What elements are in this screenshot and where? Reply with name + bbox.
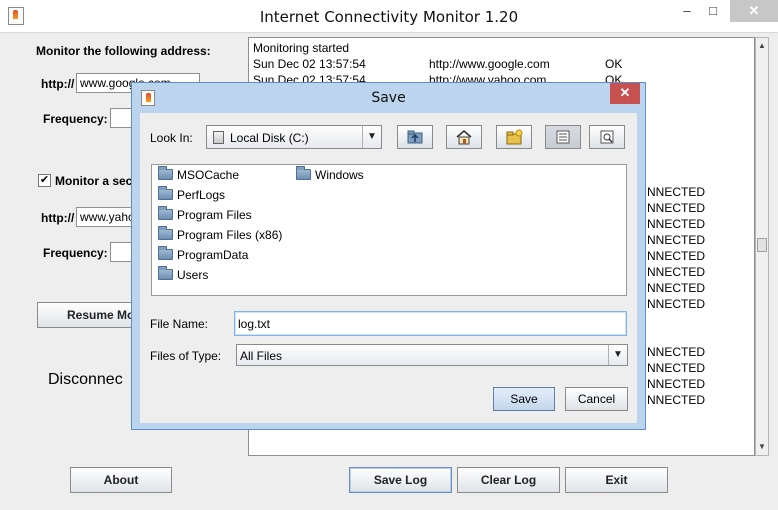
files-of-type-value: All Files (240, 349, 283, 363)
connection-status-text: Disconnec (48, 371, 123, 388)
dialog-close-button[interactable]: ✕ (610, 83, 640, 104)
folder-icon (158, 266, 173, 280)
folder-name: Program Files (177, 208, 252, 222)
clear-log-button[interactable]: Clear Log (457, 467, 560, 493)
log-line-status: NNECTED (647, 393, 706, 407)
log-line-status: NNECTED (647, 265, 706, 279)
log-line-status: NNECTED (647, 361, 706, 375)
folder-icon (296, 166, 311, 180)
monitor-heading: Monitor the following address: (36, 44, 211, 58)
save-button[interactable]: Save (493, 387, 555, 411)
look-in-combo[interactable]: Local Disk (C:) ▼ (206, 125, 382, 149)
about-button[interactable]: About (70, 467, 172, 493)
list-view-button[interactable] (545, 125, 581, 149)
dialog-body: Look In: Local Disk (C:) ▼ MSOCache Perf… (140, 113, 637, 423)
main-title-bar: Internet Connectivity Monitor 1.20 – □ ✕ (0, 0, 778, 33)
frequency-label-2: Frequency: (43, 246, 108, 260)
chevron-down-icon[interactable]: ▼ (608, 345, 627, 365)
list-item[interactable]: Windows (296, 166, 364, 184)
list-item[interactable]: Program Files (x86) (158, 226, 282, 244)
details-view-icon (600, 130, 614, 144)
save-log-button[interactable]: Save Log (349, 467, 452, 493)
log-line-time: Sun Dec 02 13:57:54 (253, 57, 366, 71)
file-name-label: File Name: (150, 317, 209, 331)
folder-name: Users (177, 268, 209, 282)
folder-name: MSOCache (177, 168, 240, 182)
log-line-status: NNECTED (647, 217, 706, 231)
look-in-value: Local Disk (C:) (230, 131, 309, 145)
folder-name: Program Files (x86) (177, 228, 283, 242)
log-line-status: NNECTED (647, 377, 706, 391)
folder-name: Windows (315, 168, 364, 182)
exit-button[interactable]: Exit (565, 467, 668, 493)
disk-drive-icon (213, 131, 224, 144)
folder-icon (158, 166, 173, 180)
log-line-status: NNECTED (647, 345, 706, 359)
list-item[interactable]: PerfLogs (158, 186, 225, 204)
folder-icon (158, 186, 173, 200)
list-item[interactable]: ProgramData (158, 246, 248, 264)
details-view-button[interactable] (589, 125, 625, 149)
list-item[interactable]: Users (158, 266, 208, 284)
address-input-2[interactable]: www.yaho (76, 207, 136, 227)
folder-icon (158, 206, 173, 220)
cancel-button[interactable]: Cancel (565, 387, 628, 411)
window-title: Internet Connectivity Monitor 1.20 (259, 8, 519, 26)
dialog-title-bar: Save ✕ (132, 83, 645, 113)
log-line-status: NNECTED (647, 201, 706, 215)
up-folder-button[interactable] (397, 125, 433, 149)
resume-monitoring-button[interactable]: Resume Mo (37, 302, 137, 328)
folder-icon (158, 226, 173, 240)
list-item[interactable]: Program Files (158, 206, 252, 224)
log-line-status: NNECTED (647, 233, 706, 247)
scroll-up-arrow-icon[interactable]: ▲ (758, 41, 766, 50)
log-line-status: OK (605, 57, 623, 71)
list-item[interactable]: MSOCache (158, 166, 239, 184)
dialog-title: Save (371, 90, 406, 106)
scroll-thumb[interactable] (757, 238, 767, 252)
files-of-type-combo[interactable]: All Files ▼ (236, 344, 628, 366)
chevron-down-icon[interactable]: ▼ (362, 126, 381, 148)
log-line-status: NNECTED (647, 249, 706, 263)
log-vertical-scrollbar[interactable]: ▲ ▼ (755, 37, 769, 456)
file-name-input[interactable]: log.txt (234, 311, 627, 336)
close-button[interactable]: ✕ (730, 0, 778, 22)
folder-name: ProgramData (177, 248, 249, 262)
folder-name: PerfLogs (177, 188, 226, 202)
folder-icon (158, 246, 173, 260)
files-of-type-label: Files of Type: (150, 349, 222, 363)
look-in-label: Look In: (150, 131, 193, 145)
log-line-status: NNECTED (647, 185, 706, 199)
log-line-url: http://www.google.com (429, 57, 550, 71)
log-line-status: NNECTED (647, 281, 706, 295)
new-folder-icon (506, 129, 523, 145)
scroll-down-arrow-icon[interactable]: ▼ (758, 442, 766, 451)
save-dialog: Save ✕ Look In: Local Disk (C:) ▼ MSOCac… (131, 82, 646, 430)
file-list[interactable]: MSOCache PerfLogs Program Files Program … (151, 164, 627, 296)
frequency-label-1: Frequency: (43, 112, 108, 126)
secondary-monitor-checkbox[interactable]: ✔ (38, 174, 51, 187)
up-folder-icon (407, 130, 423, 144)
log-line: Monitoring started (253, 41, 350, 55)
log-line-status: NNECTED (647, 297, 706, 311)
minimize-button[interactable]: – (676, 0, 698, 22)
http-label-1: http:// (41, 77, 75, 91)
list-view-icon (556, 130, 570, 144)
http-label-2: http:// (41, 211, 75, 225)
secondary-monitor-label: Monitor a sec (55, 174, 133, 188)
maximize-button[interactable]: □ (702, 0, 724, 22)
home-button[interactable] (446, 125, 482, 149)
new-folder-button[interactable] (496, 125, 532, 149)
home-icon (456, 130, 472, 145)
